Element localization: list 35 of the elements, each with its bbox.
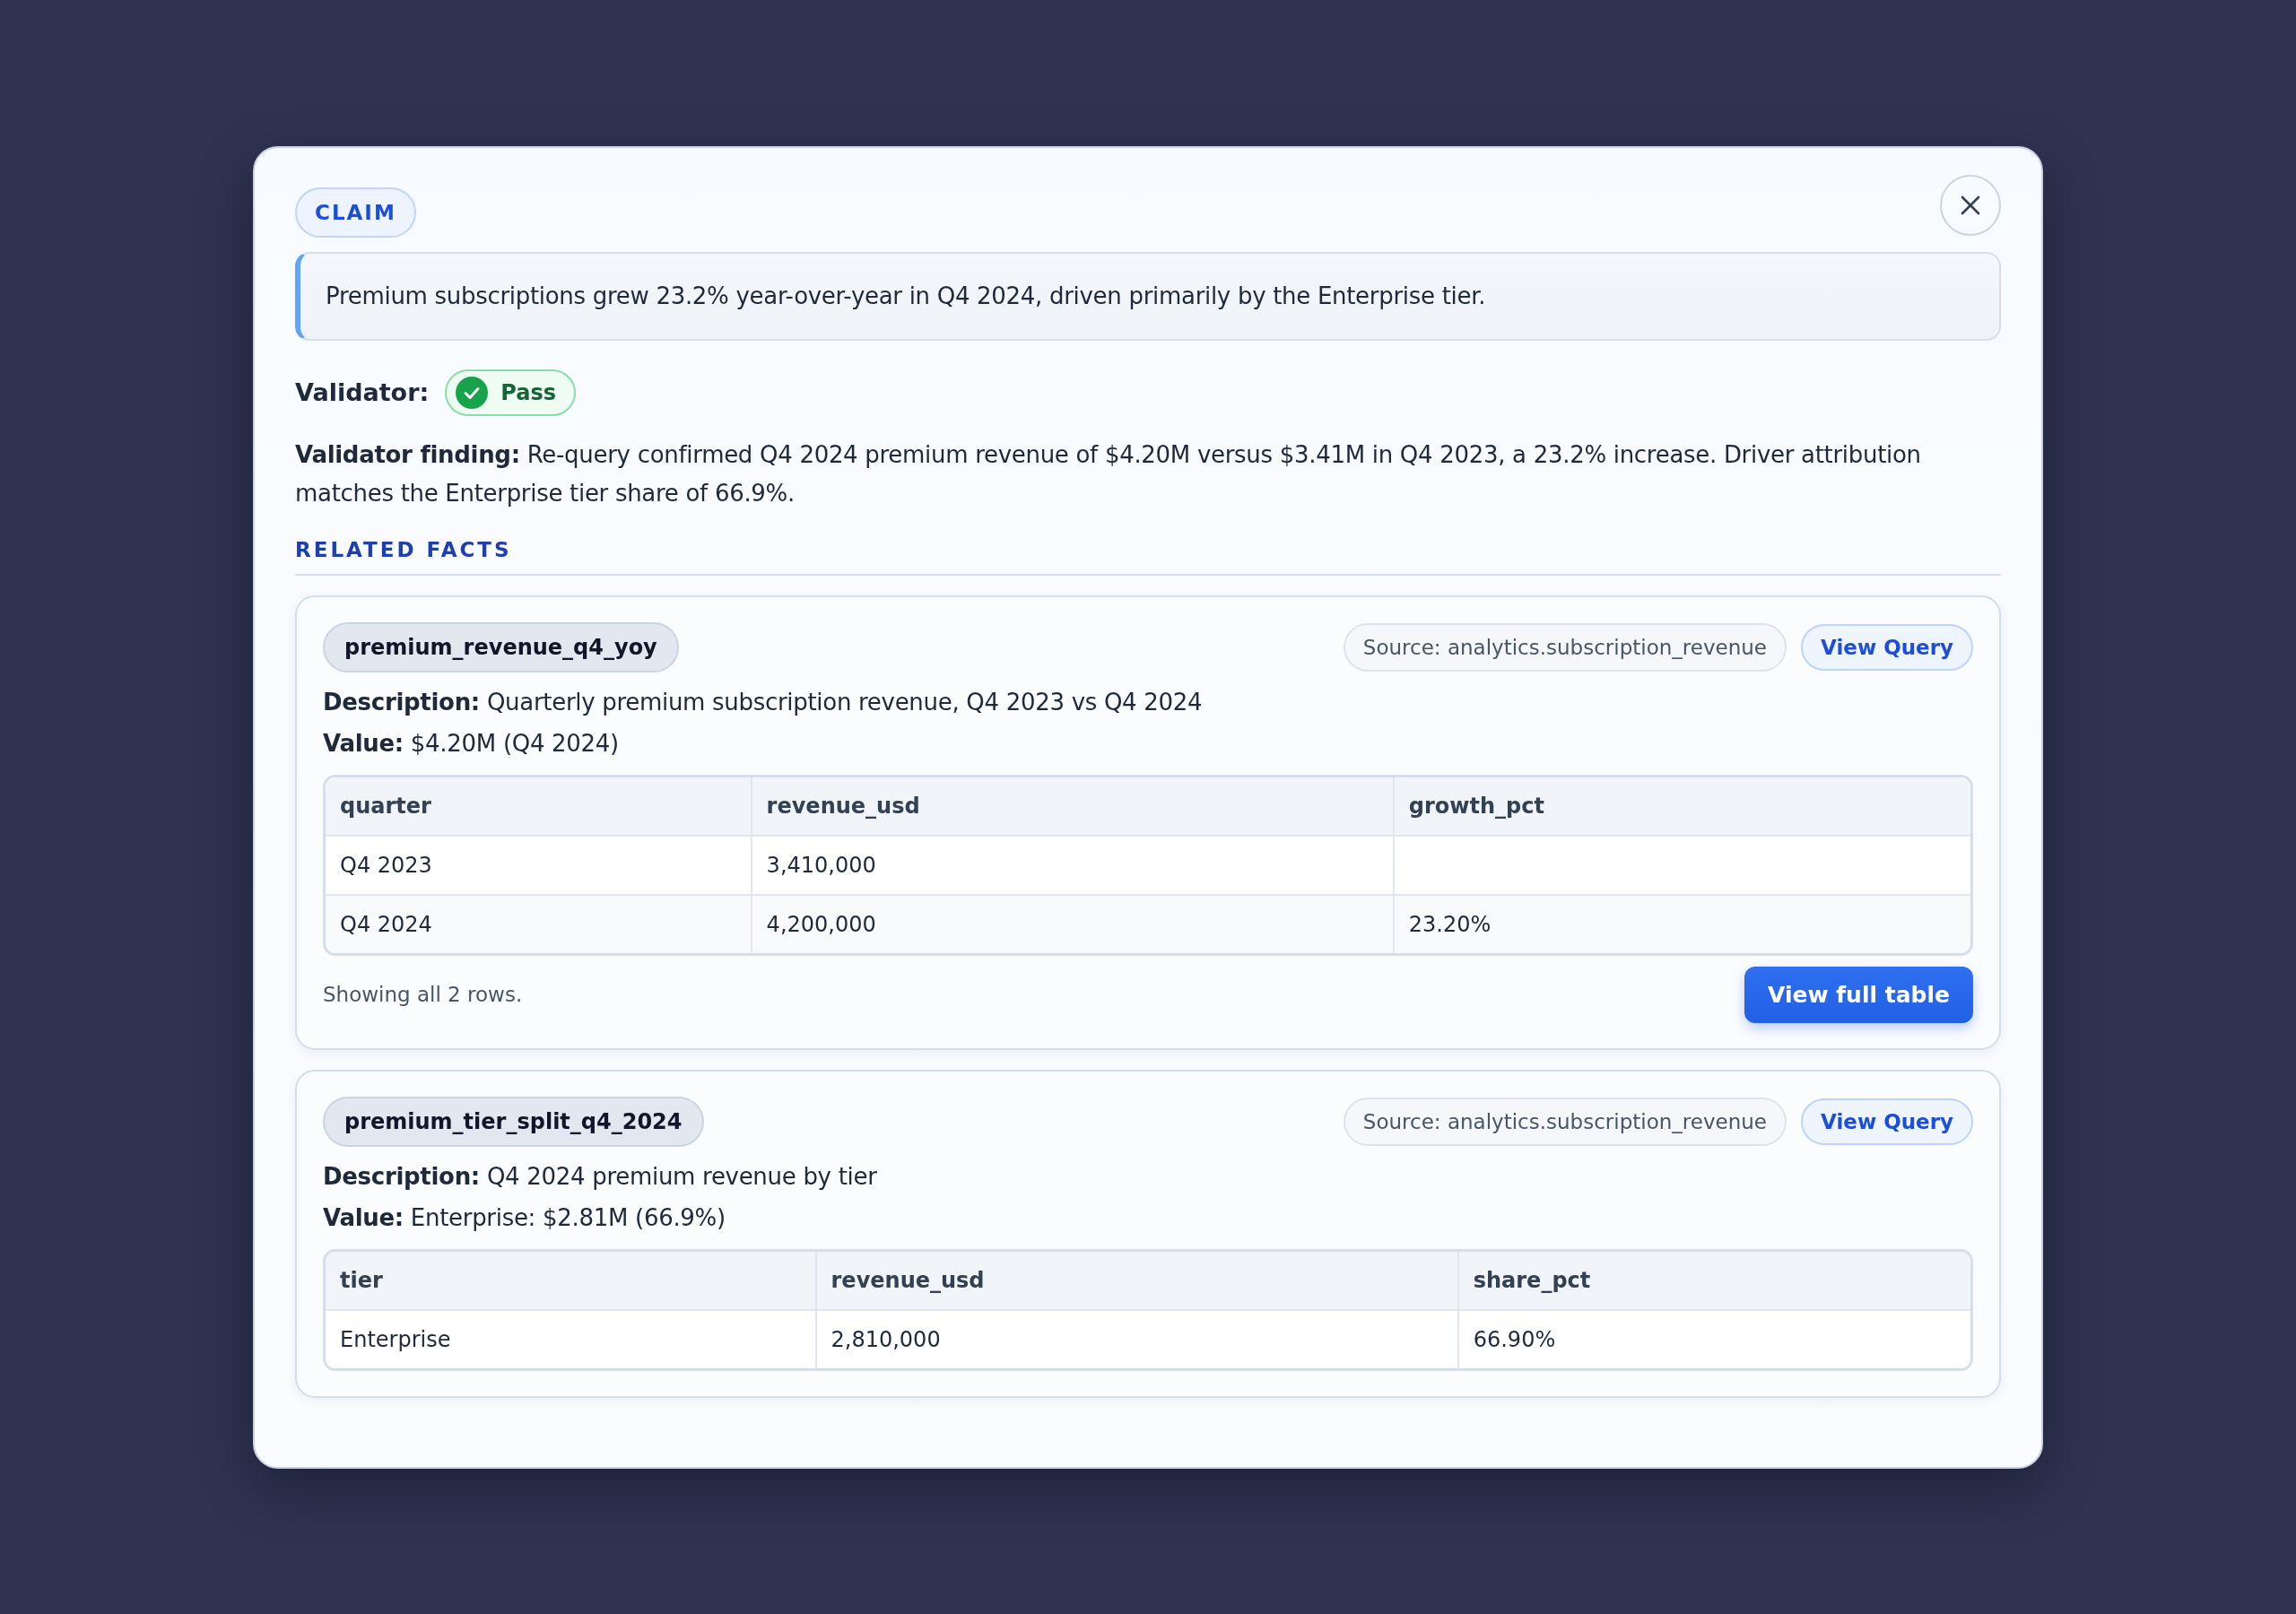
row-count-note: Showing all 2 rows. [323,983,523,1006]
fact-value: Value: $4.20M (Q4 2024) [323,729,620,757]
claim-text: Premium subscriptions grew 23.2% year-over-year in Q4 2024, driven primarily by the Enterprise tier. [326,282,1486,309]
status-pill: Pass [445,369,576,416]
view-query-button[interactable]: View Query [1801,623,1973,671]
fact-value: Value: Enterprise: $2.81M (66.9%) [323,1203,726,1231]
table-cell: 2,810,000 [815,1309,1458,1368]
source-tag: Source: analytics.subscription_revenue [1343,622,1787,672]
column-header: growth_pct [1393,777,1970,836]
table-cell: 4,200,000 [751,894,1394,953]
validator-label: Validator: [295,378,430,406]
column-header: revenue_usd [751,777,1394,836]
fact-name-tag: premium_tier_split_q4_2024 [323,1096,704,1147]
claim-badge: CLAIM [295,187,416,238]
close-button[interactable] [1940,174,2001,236]
view-query-button[interactable]: View Query [1801,1098,1973,1145]
section-heading: RELATED FACTS [295,537,512,561]
table-cell: 3,410,000 [751,835,1394,895]
column-header: quarter [326,777,752,836]
fact-name-tag: premium_revenue_q4_yoy [323,621,679,672]
close-icon [1961,195,1980,215]
fact-description: Description: Q4 2024 premium revenue by tier [323,1162,878,1190]
source-tag: Source: analytics.subscription_revenue [1343,1097,1787,1146]
fact-description: Description: Quarterly premium subscription revenue, Q4 2023 vs Q4 2024 [323,688,1204,716]
check-icon [456,376,489,409]
column-header: tier [326,1251,816,1310]
view-full-table-button[interactable]: View full table [1744,966,1973,1023]
table-cell: 66.90% [1457,1309,1970,1368]
column-header: revenue_usd [815,1251,1458,1310]
table-cell: Enterprise [326,1309,816,1368]
table-cell: 23.20% [1393,894,1970,953]
table-cell: Q4 2023 [326,835,752,895]
column-header: share_pct [1457,1251,1970,1310]
validator-finding: Validator finding: Re-query confirmed Q4 2024 premium revenue of $4.20M versus $3.41M in Q4 2023, a 23.2% increase. Driver attribution matches the Enterprise tier share of 66.9%. [295,439,1922,508]
table-cell: Q4 2024 [326,894,752,953]
